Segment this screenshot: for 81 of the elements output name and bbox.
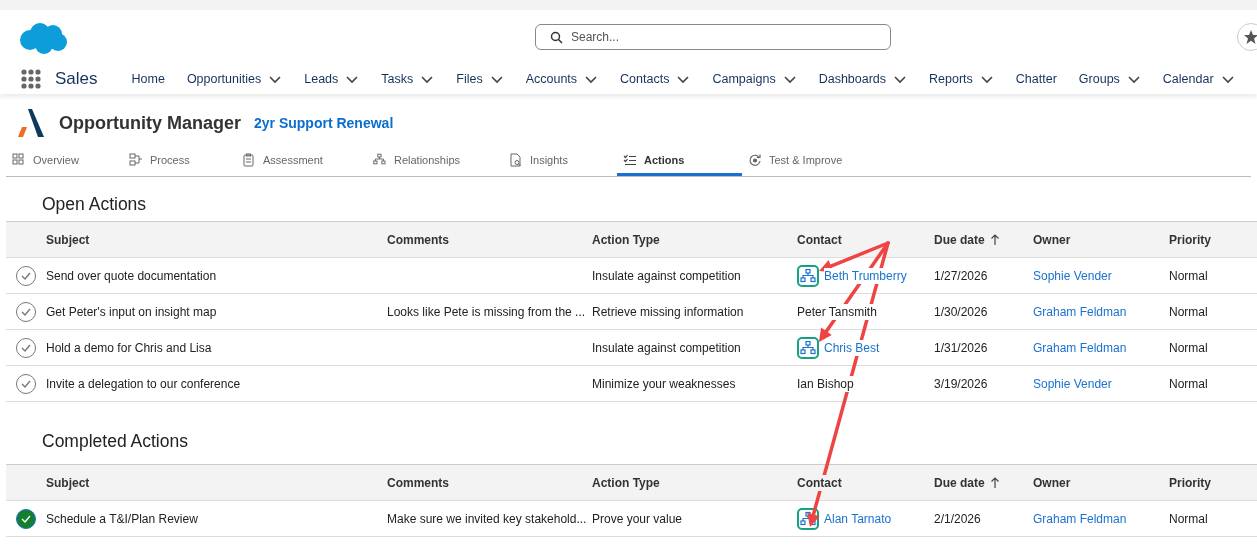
chevron-down-icon[interactable]: [979, 73, 994, 85]
contact-name: Peter Tansmith: [797, 303, 877, 320]
owner-link[interactable]: Sophie Vender: [1033, 268, 1112, 283]
nav-item[interactable]: Groups: [1078, 72, 1120, 86]
nav-item[interactable]: Reports: [929, 72, 973, 86]
contact-name: Ian Bishop: [797, 375, 854, 392]
nav-item[interactable]: Campaigns: [712, 72, 776, 86]
priority-text: Normal: [1169, 304, 1208, 319]
nav-item[interactable]: Dashboards: [818, 72, 887, 86]
nav-item[interactable]: Leads: [304, 72, 339, 86]
nav-item[interactable]: Tasks: [381, 72, 414, 86]
nav-item[interactable]: Calendar: [1162, 72, 1214, 86]
chevron-down-icon[interactable]: [782, 73, 797, 85]
priority-text: Normal: [1169, 511, 1208, 526]
hierarchy-icon: [373, 152, 387, 167]
chevron-down-icon[interactable]: [676, 73, 691, 85]
action-type-text: Insulate against competition: [592, 268, 741, 283]
completed-status[interactable]: [16, 508, 36, 529]
chevron-down-icon[interactable]: [1220, 73, 1235, 85]
nav-item[interactable]: Files: [456, 72, 483, 86]
tab[interactable]: Actions: [617, 146, 742, 176]
subject-text: Get Peter's input on insight map: [46, 304, 217, 319]
section-title: Open Actions: [41, 193, 148, 216]
owner-link[interactable]: Graham Feldman: [1033, 511, 1127, 526]
chevron-down-icon[interactable]: [1126, 73, 1141, 85]
flow-icon: [129, 152, 143, 167]
action-type-text: Insulate against competition: [592, 340, 741, 355]
search-field[interactable]: Search...: [535, 24, 891, 50]
document-search-icon: [509, 152, 523, 167]
priority-text: Normal: [1169, 268, 1208, 283]
owner-link[interactable]: Sophie Vender: [1033, 376, 1112, 391]
chevron-down-icon[interactable]: [345, 73, 360, 85]
tab[interactable]: Test & Improve: [742, 146, 882, 176]
due-date-text: 1/27/2026: [934, 268, 988, 283]
due-date-text: 3/19/2026: [934, 376, 988, 391]
chevron-down-icon[interactable]: [893, 73, 908, 85]
tab[interactable]: Assessment: [236, 146, 367, 176]
chevron-down-icon[interactable]: [420, 73, 435, 85]
nav-item[interactable]: Home: [131, 72, 165, 86]
owner-link[interactable]: Graham Feldman: [1033, 304, 1127, 319]
nav-item[interactable]: Accounts: [525, 72, 578, 86]
action-type-text: Retrieve missing information: [592, 304, 744, 319]
grid-icon: [12, 152, 26, 167]
nav-item[interactable]: Opportunities: [186, 72, 262, 86]
action-type-text: Prove your value: [592, 511, 683, 526]
clipboard-icon: [242, 152, 256, 167]
search-icon: [550, 30, 563, 44]
chevron-down-icon[interactable]: [584, 73, 599, 85]
subject-text: Invite a delegation to our conference: [46, 376, 241, 391]
action-type-text: Minimize your weaknesses: [592, 376, 736, 391]
tab[interactable]: Process: [123, 146, 236, 176]
star-icon: [1243, 29, 1257, 45]
checklist-icon: [623, 152, 637, 167]
column-header[interactable]: Contact: [797, 474, 842, 491]
chevron-down-icon[interactable]: [268, 73, 283, 85]
subject-text: Hold a demo for Chris and Lisa: [46, 340, 212, 355]
app-name: Sales: [55, 69, 98, 89]
priority-text: Normal: [1169, 340, 1208, 355]
subject-text: Send over quote documentation: [46, 268, 217, 283]
due-date-text: 1/30/2026: [934, 304, 988, 319]
app-logo: [16, 107, 46, 139]
tab[interactable]: Insights: [503, 146, 617, 176]
nav-item[interactable]: Chatter: [1015, 72, 1057, 86]
subject-text: Schedule a T&I/Plan Review: [46, 511, 198, 526]
chevron-down-icon[interactable]: [489, 73, 504, 85]
due-date-text: 2/1/2026: [934, 511, 981, 526]
comment-text: Looks like Pete is missing from the ...: [387, 304, 586, 319]
refresh-icon: [748, 152, 762, 167]
app-title: Opportunity Manager: [59, 112, 241, 134]
contact-link[interactable]: Beth Trumberry: [824, 267, 907, 284]
app-launcher-icon[interactable]: [21, 69, 41, 89]
section-title: Completed Actions: [41, 430, 189, 453]
comment-text: Make sure we invited key stakehold...: [387, 511, 587, 526]
tab[interactable]: Overview: [6, 146, 123, 176]
owner-link[interactable]: Graham Feldman: [1033, 340, 1127, 355]
contact-link[interactable]: Chris Best: [824, 339, 880, 356]
priority-text: Normal: [1169, 376, 1208, 391]
tab[interactable]: Relationships: [367, 146, 503, 176]
due-date-text: 1/31/2026: [934, 340, 988, 355]
record-link[interactable]: 2yr Support Renewal: [254, 115, 394, 131]
nav-item[interactable]: Contacts: [620, 72, 670, 86]
